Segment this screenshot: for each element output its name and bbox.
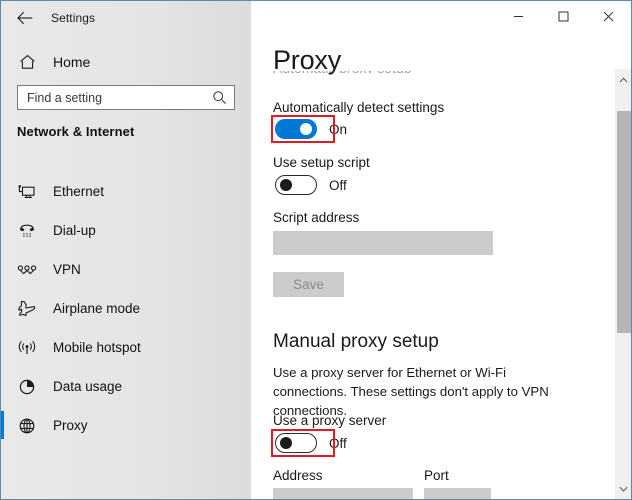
globe-icon (17, 416, 37, 436)
toggle-knob (300, 123, 312, 135)
port-input[interactable] (424, 488, 491, 499)
manual-proxy-description: Use a proxy server for Ethernet or Wi-Fi… (273, 365, 549, 418)
sidebar-nav-list: Ethernet Dial-up VPN Airplane mode Mobil… (1, 172, 251, 445)
search-input[interactable] (18, 86, 207, 109)
setup-script-label: Use setup script (273, 155, 370, 170)
sidebar-item-label: Airplane mode (53, 301, 141, 316)
search-box[interactable] (17, 85, 235, 110)
scrollbar-thumb[interactable] (617, 111, 631, 333)
address-input[interactable] (273, 488, 413, 499)
home-label: Home (53, 54, 91, 70)
back-arrow-icon[interactable] (5, 3, 45, 33)
setup-script-toggle-group[interactable]: Off (275, 175, 347, 195)
toggle-knob (280, 437, 292, 449)
scrollbar[interactable] (615, 69, 631, 499)
pie-chart-icon (17, 377, 37, 397)
script-address-label: Script address (273, 210, 360, 225)
sidebar-item-label: Mobile hotspot (53, 340, 141, 355)
phone-icon (17, 221, 37, 241)
sidebar-item-label: Dial-up (53, 223, 96, 238)
port-label: Port (424, 468, 449, 483)
auto-detect-toggle[interactable] (275, 119, 317, 139)
sidebar-item-label: Data usage (53, 379, 123, 394)
use-proxy-label: Use a proxy server (273, 413, 387, 428)
vpn-icon (17, 260, 37, 280)
auto-detect-state: On (329, 121, 348, 137)
app-title: Settings (51, 11, 96, 25)
sidebar-item-dial-up[interactable]: Dial-up (1, 211, 251, 250)
airplane-icon (17, 299, 37, 319)
script-address-input[interactable] (273, 231, 493, 255)
use-proxy-state: Off (329, 435, 347, 451)
sidebar-item-airplane-mode[interactable]: Airplane mode (1, 289, 251, 328)
manual-proxy-heading: Manual proxy setup (273, 331, 439, 352)
chevron-down-icon[interactable] (616, 480, 631, 497)
proxy-settings-content: Proxy Automatic proxy setup Automaticall… (251, 1, 616, 499)
sidebar-item-label: Proxy (53, 418, 88, 433)
auto-detect-toggle-group[interactable]: On (275, 119, 347, 139)
use-proxy-toggle-group[interactable]: Off (275, 433, 347, 453)
search-icon[interactable] (207, 86, 231, 109)
titlebar-left: Settings (1, 1, 251, 35)
sidebar-item-mobile-hotspot[interactable]: Mobile hotspot (1, 328, 251, 367)
chevron-up-icon[interactable] (616, 71, 631, 88)
save-button[interactable]: Save (273, 272, 344, 297)
setup-script-state: Off (329, 177, 347, 193)
home-icon (17, 52, 37, 72)
sidebar-item-home[interactable]: Home (1, 45, 251, 79)
monitor-icon (17, 182, 37, 202)
sidebar-item-label: VPN (53, 262, 81, 277)
use-proxy-toggle[interactable] (275, 433, 317, 453)
sidebar-category-title: Network & Internet (17, 124, 135, 139)
sidebar-item-vpn[interactable]: VPN (1, 250, 251, 289)
toggle-knob (280, 179, 292, 191)
main-panel: Proxy Automatic proxy setup Automaticall… (251, 1, 631, 499)
sidebar-item-proxy[interactable]: Proxy (1, 406, 251, 445)
sidebar-item-ethernet[interactable]: Ethernet (1, 172, 251, 211)
address-label: Address (273, 468, 323, 483)
auto-detect-label: Automatically detect settings (273, 100, 445, 115)
sidebar-item-label: Ethernet (53, 184, 105, 199)
setup-script-toggle[interactable] (275, 175, 317, 195)
sidebar: Settings Home Network & Internet (1, 1, 251, 499)
settings-window: Settings Home Network & Internet (0, 0, 632, 500)
hotspot-icon (17, 338, 37, 358)
sidebar-item-data-usage[interactable]: Data usage (1, 367, 251, 406)
